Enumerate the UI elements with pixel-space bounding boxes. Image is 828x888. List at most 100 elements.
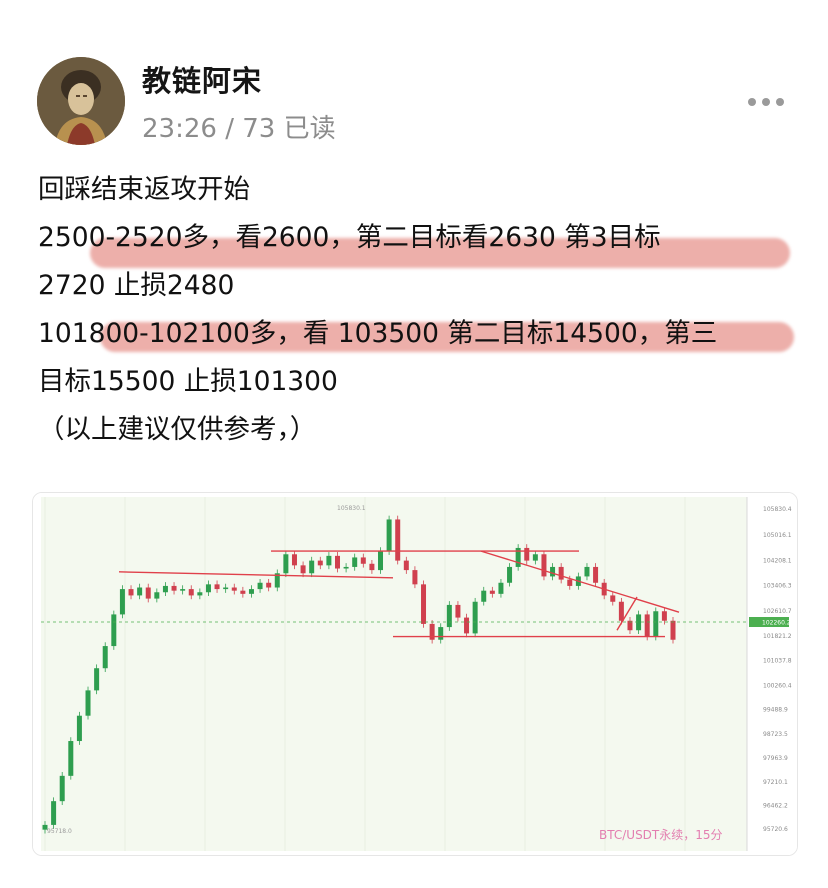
candle-body (421, 584, 427, 624)
candle-body (403, 560, 409, 571)
more-dots-icon (776, 98, 784, 106)
candle-body (498, 582, 504, 594)
y-tick-label: 99488.9 (763, 707, 788, 714)
candle-body (584, 566, 590, 577)
chart-image[interactable]: 105830.4 105016.1 104208.1 103406.3 102610.7… (32, 492, 798, 856)
more-options-button[interactable] (748, 96, 796, 108)
post-body: 回踩结束返攻开始 2500-2520多，看2600，第二目标看2630 第3目标… (38, 166, 818, 454)
candle-body (326, 555, 332, 566)
high-label: 105830.1 (337, 505, 366, 512)
candle-body (661, 611, 667, 621)
candle-body (309, 560, 315, 574)
candle-body (360, 557, 366, 564)
y-tick-label: 95720.6 (763, 826, 788, 833)
plot-area (41, 497, 747, 851)
candle-body (343, 566, 349, 569)
y-tick-label: 103406.3 (763, 583, 792, 590)
candle-body (59, 775, 65, 802)
candle-body (464, 617, 470, 634)
candle-body (162, 585, 168, 593)
y-tick-label: 105830.4 (763, 506, 792, 513)
y-tick-label: 97963.9 (763, 755, 788, 762)
y-tick-label: 104208.1 (763, 557, 792, 564)
candle-body (438, 627, 444, 640)
candle-body (248, 589, 254, 594)
candle-body (102, 646, 108, 669)
candle-body (257, 582, 263, 590)
candle-body (618, 601, 624, 621)
candle-body (507, 566, 513, 583)
post-line: 目标15500 止损101300 (38, 366, 338, 397)
candle-body (180, 589, 186, 591)
candle-body (558, 566, 564, 580)
y-tick-label: 101037.8 (763, 658, 792, 665)
candle-body (550, 566, 556, 577)
candle-body (76, 715, 82, 742)
candle-body (317, 560, 323, 566)
candle-body (352, 557, 358, 567)
candle-body (240, 590, 246, 594)
candle-body (205, 584, 211, 593)
candle-body (128, 589, 134, 596)
candle-body (524, 547, 530, 561)
candle-body (94, 668, 100, 691)
candle-body (68, 741, 74, 776)
post-line: 101800-102100多，看 103500 第二目标14500，第三 (38, 310, 818, 358)
post-line: 2500-2520多，看2600，第二目标看2630 第3目标 (38, 214, 818, 268)
candle-body (300, 565, 306, 574)
chart-watermark: BTC/USDT永续，15分 (599, 828, 723, 842)
candle-body (653, 611, 659, 637)
candle-body (111, 614, 117, 647)
candle-body (532, 554, 538, 561)
candle-body (395, 519, 401, 561)
candle-body (223, 587, 229, 590)
more-dots-icon (748, 98, 756, 106)
post-line: 回踩结束返攻开始 (38, 174, 250, 205)
candle-body (119, 589, 125, 615)
candle-body (51, 801, 57, 825)
candle-body (197, 592, 203, 596)
candle-body (386, 519, 392, 552)
y-tick-label: 100260.4 (763, 682, 792, 689)
candle-body (171, 585, 177, 591)
y-tick-label: 97210.1 (763, 779, 788, 786)
y-tick-label: 102610.7 (763, 608, 792, 615)
post-line: 2720 止损2480 (38, 270, 235, 301)
candle-body (283, 554, 289, 574)
candle-body (85, 690, 91, 716)
candle-body (137, 587, 143, 596)
candle-body (455, 604, 461, 618)
y-tick-label: 96462.2 (763, 803, 788, 810)
candle-body (446, 604, 452, 628)
y-tick-label: 98723.5 (763, 731, 788, 738)
candle-body (644, 614, 650, 637)
candle-body (334, 555, 340, 569)
candle-body (145, 587, 151, 599)
candle-body (429, 623, 435, 640)
current-price-label: 102260.2 (762, 620, 791, 627)
candle-body (188, 589, 194, 596)
candle-body (593, 566, 599, 583)
candle-body (369, 563, 375, 571)
candle-body (481, 590, 487, 602)
author-name[interactable]: 教链阿宋 (142, 58, 262, 100)
y-tick-label: 105016.1 (763, 532, 792, 539)
candle-body (231, 587, 237, 591)
post-line: （以上建议仅供参考，） (38, 414, 317, 445)
candle-body (541, 554, 547, 577)
candle-body (610, 595, 616, 602)
low-label: 95718.0 (47, 828, 72, 835)
more-dots-icon (762, 98, 770, 106)
candle-body (472, 601, 478, 634)
candle-body (291, 554, 297, 566)
candle-body (412, 570, 418, 585)
candle-body (266, 582, 272, 588)
candle-body (567, 579, 573, 586)
candle-body (489, 590, 495, 594)
avatar[interactable] (37, 57, 125, 145)
post-meta: 23:26 / 73 已读 (142, 114, 336, 144)
y-tick-label: 101821.2 (763, 633, 792, 640)
price-chart: 105830.4 105016.1 104208.1 103406.3 102610.7… (33, 493, 797, 855)
avatar-image (37, 57, 125, 145)
candle-body (670, 620, 676, 640)
